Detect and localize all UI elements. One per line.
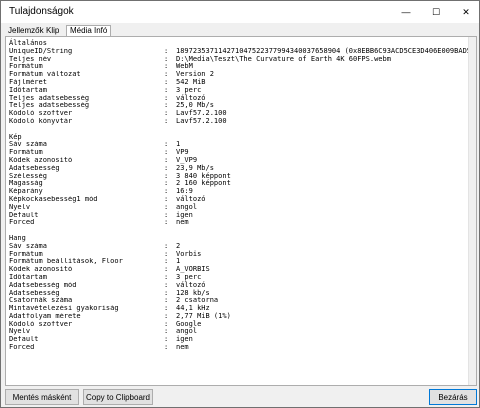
info-row: Forced: nem: [9, 343, 471, 352]
section-header: Kép: [9, 132, 22, 141]
info-row: Formátum beállítások, Floor:1: [9, 258, 471, 266]
info-row: Fájlméret:542 MiB: [9, 78, 471, 87]
info-separator: :: [164, 343, 169, 352]
scrollbar[interactable]: [468, 37, 476, 385]
info-row: Nyelv: angol: [9, 203, 471, 212]
info-key: Csatornák száma: [9, 297, 73, 305]
info-row: Képarány:16:9: [9, 187, 471, 196]
info-row: Adatfolyam mérete:2,77 MiB (1%): [9, 312, 471, 321]
media-info-text: Általános UniqueID/String:189723537114271…: [9, 39, 476, 352]
save-as-button[interactable]: Mentés másként: [5, 389, 79, 405]
copy-to-clipboard-button[interactable]: Copy to Clipboard: [83, 389, 153, 405]
info-row: Teljes adatsebesség:25,0 Mb/s: [9, 102, 471, 110]
info-row: Forced: nem: [9, 219, 471, 227]
info-key: Sáv száma: [9, 141, 47, 149]
properties-window: Tulajdonságok — ☐ ✕ Jellemzők Klip Média…: [0, 0, 480, 408]
info-row: Kódek azonosító: A_VORBIS: [9, 265, 471, 274]
info-row: Kódoló könyvtár: Lavf57.2.100: [9, 116, 471, 126]
info-key: Magasság: [9, 180, 43, 188]
info-key: Formátum beállítások, Floor: [9, 258, 123, 266]
blank-row: [9, 227, 471, 235]
info-key: Nyelv: [9, 328, 31, 336]
info-row: Teljes név: D:\Media\Teszt\The Curvature …: [9, 54, 471, 64]
info-key: Mintavételezési gyakoriság: [9, 305, 119, 313]
info-row: Formátum: WebM: [9, 63, 471, 71]
info-row: Képkockasebesség1 mód: változó: [9, 195, 471, 204]
info-key: Kódoló szoftver: [9, 110, 73, 118]
info-separator: :: [164, 218, 169, 227]
window-title: Tulajdonságok: [9, 6, 74, 17]
info-value: nem: [176, 218, 189, 227]
info-key: Kódek azonosító: [9, 266, 73, 274]
info-value: Lavf57.2.100: [176, 116, 227, 125]
minimize-button[interactable]: —: [391, 1, 421, 23]
info-key: Formátum: [9, 149, 43, 157]
info-row: Adatsebesség:128 kb/s: [9, 289, 471, 298]
info-row: Sáv száma:1: [9, 141, 471, 149]
info-key: Formátum: [9, 63, 43, 71]
info-row: Mintavételezési gyakoriság:44,1 kHz: [9, 304, 471, 313]
info-key: Nyelv: [9, 203, 31, 211]
info-row: Teljes adatsebesség: változó: [9, 94, 471, 103]
info-key: Időtartam: [9, 273, 47, 281]
info-key: Kódek azonosító: [9, 156, 73, 164]
info-key: Adatsebesség mód: [9, 281, 77, 289]
info-separator: :: [164, 116, 169, 125]
maximize-button[interactable]: ☐: [421, 1, 451, 23]
info-key: Időtartam: [9, 86, 47, 94]
info-key: Képarány: [9, 188, 43, 196]
info-row: Kódoló szoftver: Lavf57.2.100: [9, 109, 471, 118]
info-key: Szélesség: [9, 172, 47, 180]
info-key: Teljes adatsebesség: [9, 94, 90, 102]
info-row: Kódoló szoftver: Google: [9, 320, 471, 329]
info-key: Forced: [9, 344, 35, 352]
close-button[interactable]: Bezárás: [429, 389, 477, 405]
info-value: D:\Media\Teszt\The Curvature of Earth 4K…: [176, 54, 391, 63]
info-key: Default: [9, 211, 39, 219]
info-key: Fájlméret: [9, 78, 47, 86]
info-row: Formátum változat: Version 2: [9, 70, 471, 79]
section-header: Hang: [9, 233, 26, 242]
info-row: Default: igen: [9, 335, 471, 344]
info-key: Képkockasebesség1 mód: [9, 195, 98, 203]
info-value: nem: [176, 343, 189, 352]
info-key: Formátum változat: [9, 71, 81, 79]
info-key: UniqueID/String: [9, 47, 73, 55]
close-window-button[interactable]: ✕: [451, 1, 480, 23]
info-key: Sáv száma: [9, 242, 47, 250]
info-row: Adatsebesség:23,9 Mb/s: [9, 164, 471, 173]
info-row: Default: igen: [9, 211, 471, 220]
media-info-panel[interactable]: Általános UniqueID/String:189723537114271…: [5, 36, 477, 386]
blank-row: [9, 126, 471, 134]
info-row: Kódek azonosító: V_VP9: [9, 156, 471, 165]
info-row: Adatsebesség mód: változó: [9, 281, 471, 290]
info-key: Adatfolyam mérete: [9, 312, 81, 320]
info-key: Kódoló szoftver: [9, 320, 73, 328]
info-key: Kódoló könyvtár: [9, 117, 73, 125]
info-row: Időtartam:3 perc: [9, 273, 471, 282]
info-key: Teljes név: [9, 55, 52, 63]
info-row: Formátum: VP9: [9, 148, 471, 157]
info-key: Teljes adatsebesség: [9, 102, 90, 110]
info-row: Nyelv: angol: [9, 328, 471, 336]
info-row: Időtartam:3 perc: [9, 86, 471, 95]
info-row: Magasság:2 160 képpont: [9, 180, 471, 188]
info-key: Formátum: [9, 250, 43, 258]
info-row: Formátum: Vorbis: [9, 250, 471, 259]
title-bar[interactable]: Tulajdonságok — ☐ ✕: [1, 1, 479, 23]
info-row: Csatornák száma:2 csatorna: [9, 296, 471, 305]
info-key: Adatsebesség: [9, 164, 60, 172]
info-row: Sáv száma:2: [9, 242, 471, 251]
info-key: Forced: [9, 219, 35, 227]
info-row: Szélesség:3 840 képpont: [9, 172, 471, 181]
info-key: Default: [9, 336, 39, 344]
info-key: Adatsebesség: [9, 289, 60, 297]
